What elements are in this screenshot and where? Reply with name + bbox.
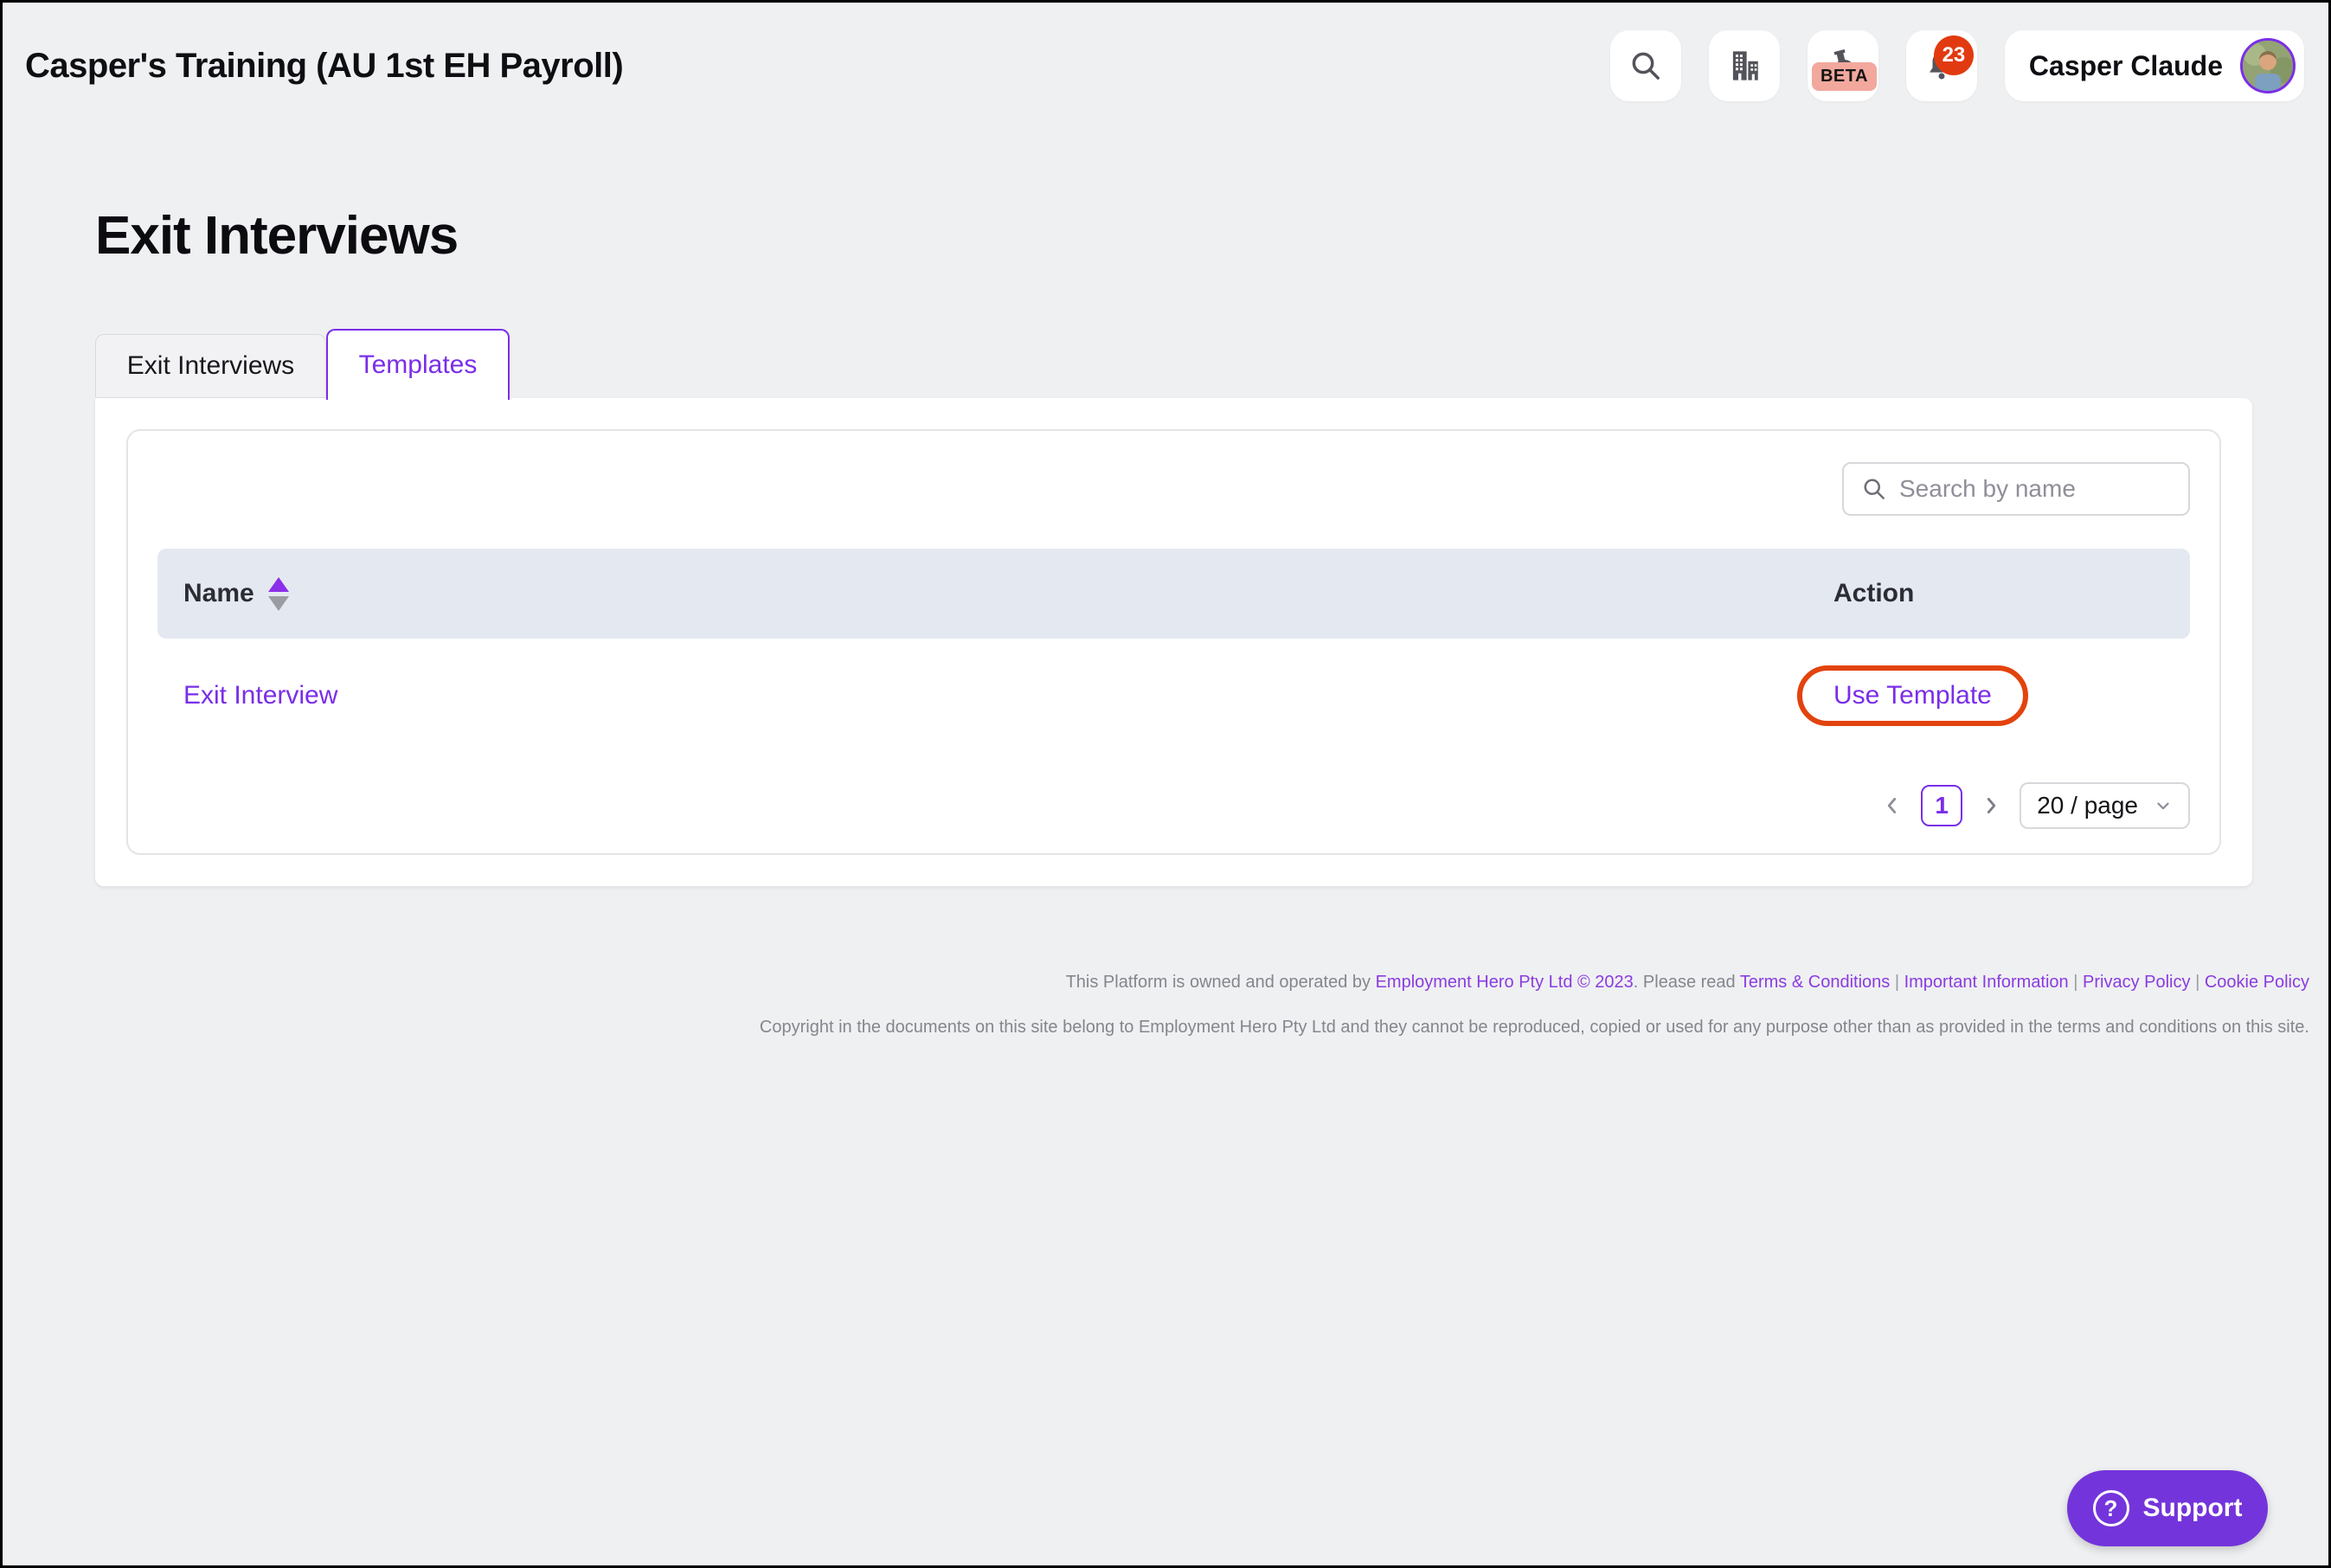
topbar-actions: BETA 23 Casper Claude [1610, 30, 2304, 101]
tab-templates[interactable]: Templates [326, 329, 510, 400]
sort-ascending-icon [268, 577, 289, 592]
chevron-down-icon [2154, 796, 2173, 815]
user-menu[interactable]: Casper Claude [2005, 30, 2304, 101]
pagination: 1 20 / page [157, 782, 2190, 829]
annotation-highlight-circle: Use Template [1797, 665, 2028, 726]
footer-line-2: Copyright in the documents on this site … [3, 1014, 2309, 1040]
table-row: Exit Interview Use Template [157, 639, 2190, 753]
user-name: Casper Claude [2029, 50, 2223, 82]
name-column-label: Name [183, 579, 254, 608]
beta-features-button[interactable]: BETA [1808, 30, 1878, 101]
footer-line-1: This Platform is owned and operated by E… [3, 969, 2309, 995]
footer-separator: | [2195, 973, 2199, 992]
previous-page-button[interactable] [1881, 794, 1904, 817]
row-name-cell: Exit Interview [157, 681, 1833, 710]
footer-copyright-text: Copyright in the documents on this site … [760, 1018, 2309, 1037]
user-avatar [2240, 38, 2296, 93]
tab-exit-interviews[interactable]: Exit Interviews [95, 334, 326, 398]
row-action-cell: Use Template [1833, 665, 2190, 726]
page-title: Exit Interviews [95, 205, 2247, 267]
templates-panel: Name Action Exit Interview [95, 398, 2252, 886]
cookie-policy-link[interactable]: Cookie Policy [2205, 973, 2309, 992]
question-mark-icon: ? [2093, 1490, 2129, 1526]
page-number-button[interactable]: 1 [1921, 785, 1962, 826]
table-header-row: Name Action [157, 549, 2190, 639]
column-header-name[interactable]: Name [157, 577, 1833, 611]
important-information-link[interactable]: Important Information [1904, 973, 2069, 992]
card-toolbar [157, 462, 2190, 516]
organisation-switcher-button[interactable] [1709, 30, 1780, 101]
search-input[interactable] [1899, 475, 2171, 503]
chevron-left-icon [1881, 794, 1904, 817]
templates-card: Name Action Exit Interview [126, 429, 2221, 855]
notification-count-badge: 23 [1934, 35, 1974, 75]
notifications-button[interactable]: 23 [1906, 30, 1977, 101]
search-icon [1628, 48, 1663, 83]
beta-badge: BETA [1812, 62, 1877, 91]
main-content: Exit Interviews Exit Interviews Template… [3, 205, 2328, 886]
column-header-action: Action [1833, 579, 2190, 608]
employment-hero-link[interactable]: Employment Hero Pty Ltd © 2023 [1376, 973, 1634, 992]
search-icon [1861, 476, 1887, 502]
page-footer: This Platform is owned and operated by E… [3, 969, 2328, 1040]
global-search-button[interactable] [1610, 30, 1681, 101]
sort-descending-icon [268, 596, 289, 611]
top-header-bar: Casper's Training (AU 1st EH Payroll) [3, 3, 2328, 103]
tab-templates-label: Templates [359, 350, 478, 380]
support-label: Support [2143, 1494, 2243, 1523]
page-size-select[interactable]: 20 / page [2020, 782, 2190, 829]
tab-bar: Exit Interviews Templates [95, 329, 2247, 398]
template-name-link[interactable]: Exit Interview [183, 681, 337, 710]
page-size-value: 20 / page [2037, 792, 2138, 819]
footer-separator: | [2073, 973, 2077, 992]
organisation-icon [1726, 48, 1763, 84]
use-template-link[interactable]: Use Template [1833, 681, 1992, 710]
footer-separator: | [1895, 973, 1899, 992]
support-button[interactable]: ? Support [2067, 1470, 2268, 1546]
next-page-button[interactable] [1980, 794, 2002, 817]
action-column-label: Action [1833, 579, 1914, 607]
chevron-right-icon [1980, 794, 2002, 817]
template-search[interactable] [1842, 462, 2190, 516]
templates-table: Name Action Exit Interview [157, 549, 2190, 753]
privacy-policy-link[interactable]: Privacy Policy [2083, 973, 2190, 992]
tab-exit-interviews-label: Exit Interviews [127, 351, 294, 381]
sort-control[interactable] [268, 577, 289, 611]
organisation-title: Casper's Training (AU 1st EH Payroll) [25, 47, 623, 86]
footer-ownership-text: This Platform is owned and operated by [1066, 973, 1371, 992]
terms-conditions-link[interactable]: Terms & Conditions [1740, 973, 1890, 992]
footer-please-read-text: . Please read [1634, 973, 1736, 992]
